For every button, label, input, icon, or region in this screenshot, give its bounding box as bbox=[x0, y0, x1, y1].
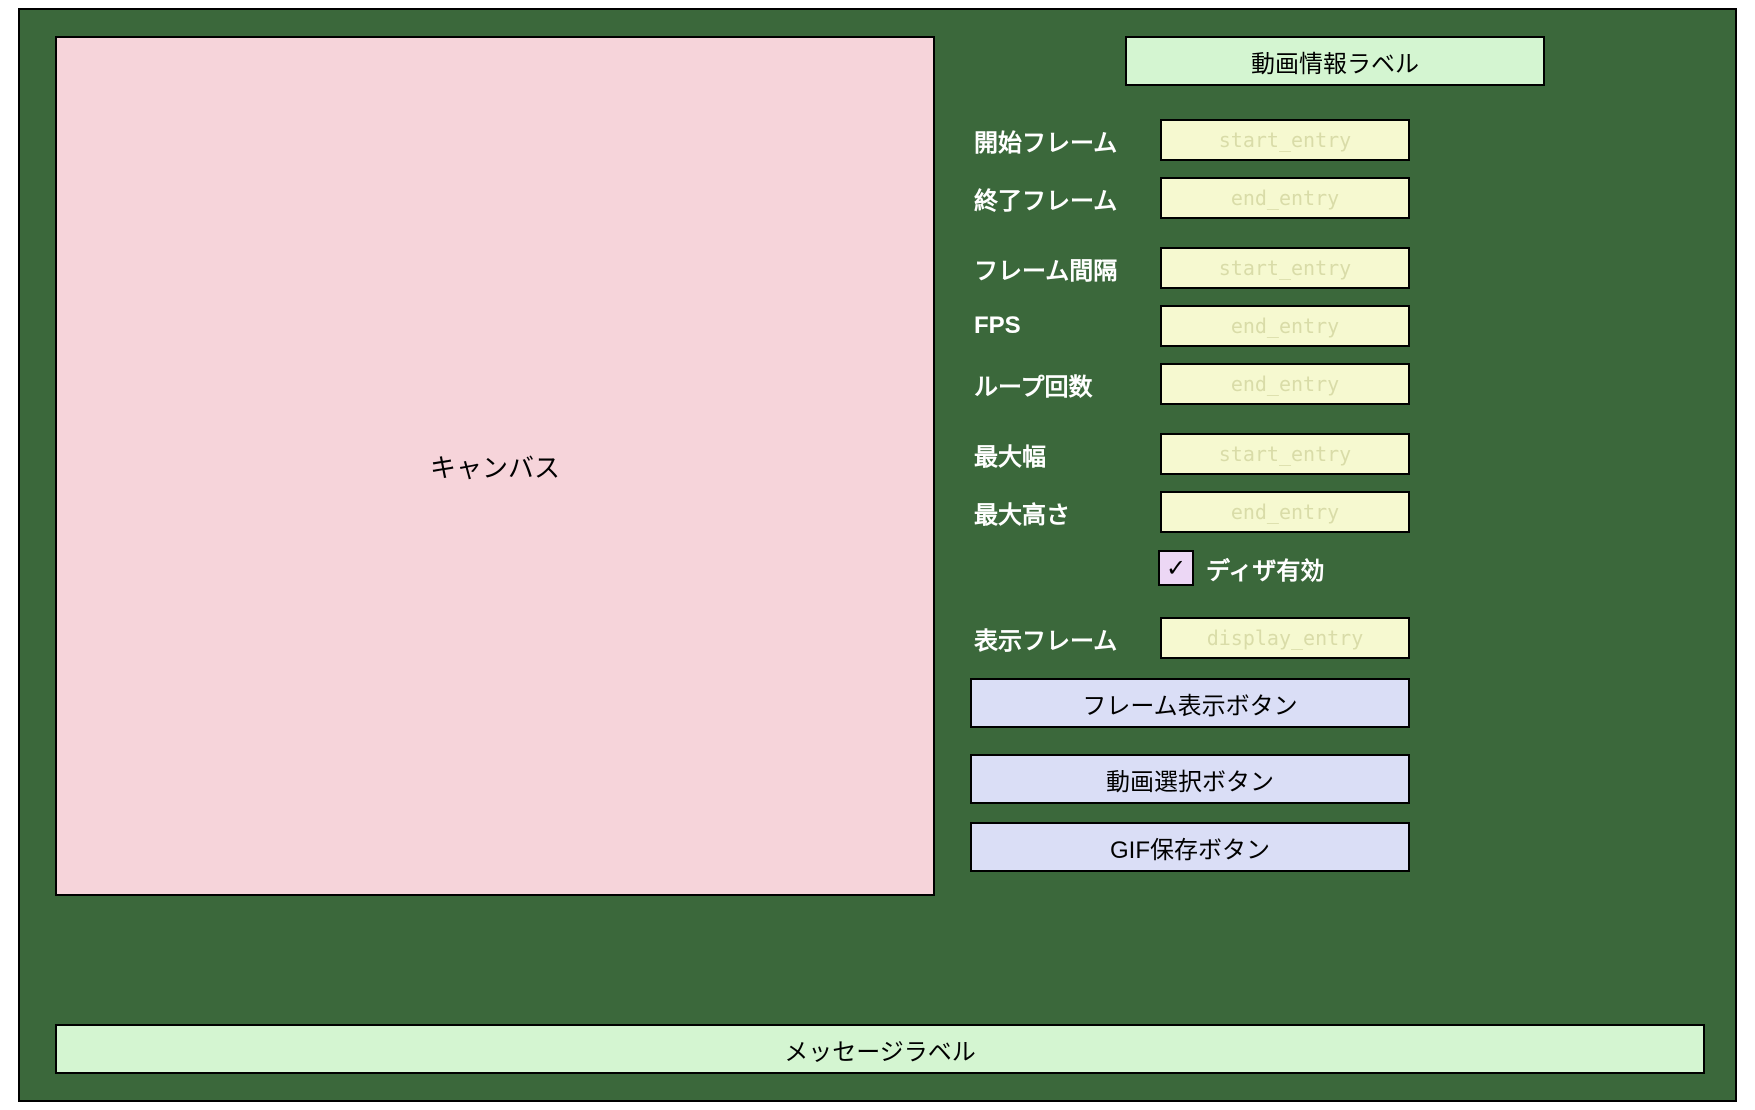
checkmark-icon: ✓ bbox=[1166, 554, 1186, 583]
save-gif-button[interactable]: GIF保存ボタン bbox=[970, 822, 1410, 872]
label-end-frame: 終了フレーム bbox=[970, 181, 1160, 216]
placeholder-end-frame: end_entry bbox=[1231, 186, 1339, 210]
label-frame-interval: フレーム間隔 bbox=[970, 251, 1160, 286]
input-loop-count[interactable]: end_entry bbox=[1160, 363, 1410, 405]
row-fps: FPS end_entry bbox=[970, 302, 1700, 350]
message-label: メッセージラベル bbox=[55, 1024, 1705, 1074]
canvas-area: キャンバス bbox=[55, 36, 935, 896]
row-end-frame: 終了フレーム end_entry bbox=[970, 174, 1700, 222]
video-info-label: 動画情報ラベル bbox=[1125, 36, 1545, 86]
row-display-frame: 表示フレーム display_entry bbox=[970, 614, 1700, 662]
placeholder-start-frame: start_entry bbox=[1219, 128, 1351, 152]
label-max-height: 最大高さ bbox=[970, 495, 1160, 530]
control-panel: 動画情報ラベル 開始フレーム start_entry 終了フレーム end_en… bbox=[970, 36, 1700, 890]
label-loop-count: ループ回数 bbox=[970, 367, 1160, 402]
label-start-frame: 開始フレーム bbox=[970, 123, 1160, 158]
input-start-frame[interactable]: start_entry bbox=[1160, 119, 1410, 161]
input-end-frame[interactable]: end_entry bbox=[1160, 177, 1410, 219]
checkbox-dither[interactable]: ✓ bbox=[1158, 550, 1194, 586]
row-loop-count: ループ回数 end_entry bbox=[970, 360, 1700, 408]
row-max-width: 最大幅 start_entry bbox=[970, 430, 1700, 478]
input-fps[interactable]: end_entry bbox=[1160, 305, 1410, 347]
row-frame-interval: フレーム間隔 start_entry bbox=[970, 244, 1700, 292]
input-display-frame[interactable]: display_entry bbox=[1160, 617, 1410, 659]
label-dither: ディザ有効 bbox=[1206, 551, 1324, 586]
video-info-label-text: 動画情報ラベル bbox=[1251, 44, 1419, 79]
select-video-button-label: 動画選択ボタン bbox=[1106, 762, 1274, 797]
show-frame-button[interactable]: フレーム表示ボタン bbox=[970, 678, 1410, 728]
input-frame-interval[interactable]: start_entry bbox=[1160, 247, 1410, 289]
save-gif-button-label: GIF保存ボタン bbox=[1110, 830, 1270, 865]
placeholder-display-frame: display_entry bbox=[1207, 626, 1364, 650]
placeholder-max-width: start_entry bbox=[1219, 442, 1351, 466]
label-max-width: 最大幅 bbox=[970, 437, 1160, 472]
placeholder-max-height: end_entry bbox=[1231, 500, 1339, 524]
placeholder-fps: end_entry bbox=[1231, 314, 1339, 338]
input-max-height[interactable]: end_entry bbox=[1160, 491, 1410, 533]
placeholder-frame-interval: start_entry bbox=[1219, 256, 1351, 280]
show-frame-button-label: フレーム表示ボタン bbox=[1082, 686, 1297, 721]
input-max-width[interactable]: start_entry bbox=[1160, 433, 1410, 475]
placeholder-loop-count: end_entry bbox=[1231, 372, 1339, 396]
label-fps: FPS bbox=[970, 312, 1160, 340]
row-max-height: 最大高さ end_entry bbox=[970, 488, 1700, 536]
label-display-frame: 表示フレーム bbox=[970, 621, 1160, 656]
select-video-button[interactable]: 動画選択ボタン bbox=[970, 754, 1410, 804]
row-start-frame: 開始フレーム start_entry bbox=[970, 116, 1700, 164]
canvas-label: キャンバス bbox=[430, 448, 560, 485]
message-label-text: メッセージラベル bbox=[784, 1032, 976, 1067]
row-dither: ✓ ディザ有効 bbox=[1158, 550, 1700, 586]
app-frame: キャンバス 動画情報ラベル 開始フレーム start_entry 終了フレーム … bbox=[18, 8, 1737, 1102]
